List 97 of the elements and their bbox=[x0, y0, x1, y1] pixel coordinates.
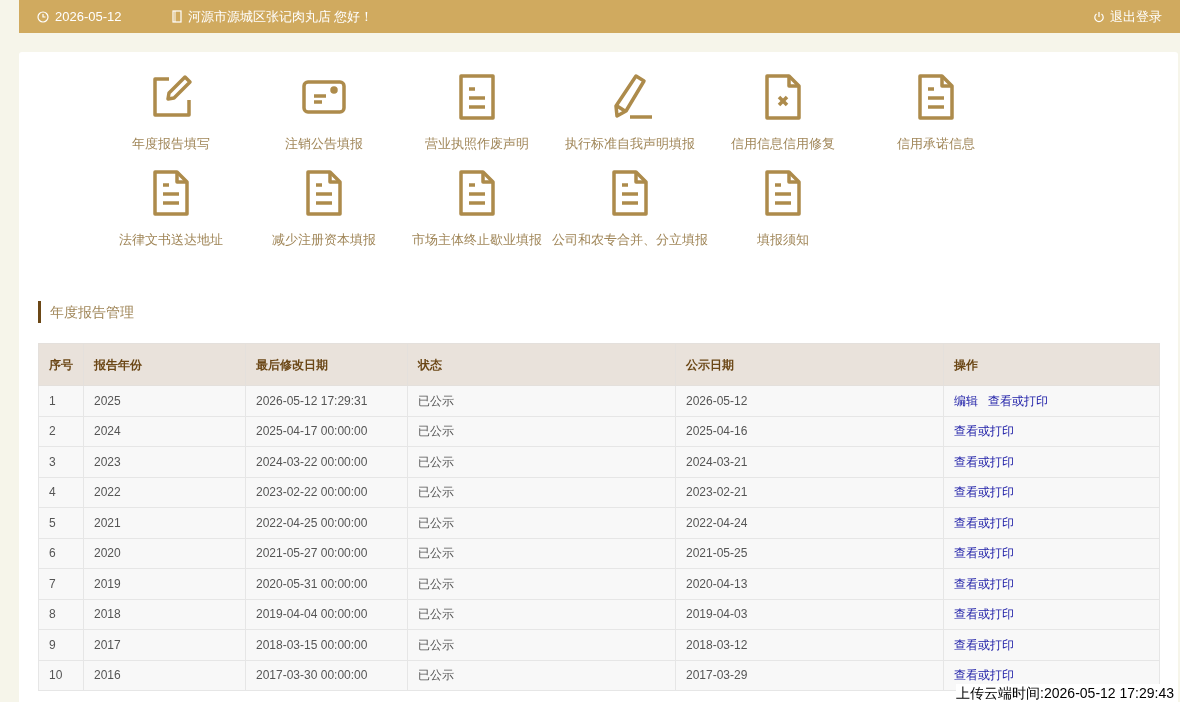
table-cell: 2019-04-03 bbox=[675, 599, 944, 630]
column-header: 最后修改日期 bbox=[245, 343, 408, 386]
greeting-text: 河源市源城区张记肉丸店 您好！ bbox=[187, 7, 374, 26]
logout-button[interactable]: 退出登录 bbox=[1093, 6, 1162, 27]
shortcut-label: 年度报告填写 bbox=[131, 135, 210, 153]
action-link[interactable]: 查看或打印 bbox=[954, 452, 1014, 471]
action-link[interactable]: 编辑 bbox=[954, 391, 978, 410]
clock-icon bbox=[37, 10, 49, 23]
shortcut-label: 执行标准自我声明填报 bbox=[564, 135, 695, 153]
table-cell: 已公示 bbox=[407, 538, 676, 569]
shortcut-tile[interactable]: 营业执照作废声明 bbox=[400, 72, 553, 154]
column-header: 报告年份 bbox=[83, 343, 246, 386]
table-cell: 2025 bbox=[83, 385, 246, 416]
table-cell: 2023-02-22 00:00:00 bbox=[245, 477, 408, 508]
table-cell: 2021 bbox=[83, 507, 246, 538]
table-cell: 2021-05-25 bbox=[675, 538, 944, 569]
column-header: 序号 bbox=[38, 343, 84, 386]
column-header: 状态 bbox=[407, 343, 676, 386]
table-cell: 10 bbox=[38, 660, 84, 691]
shortcut-label: 减少注册资本填报 bbox=[271, 230, 376, 249]
table-cell: 已公示 bbox=[407, 507, 676, 538]
column-header: 公示日期 bbox=[675, 343, 944, 386]
shortcut-label: 填报须知 bbox=[756, 230, 809, 249]
shortcut-tile[interactable]: 信用信息信用修复 bbox=[706, 72, 859, 154]
action-link[interactable]: 查看或打印 bbox=[954, 422, 1014, 441]
shortcut-label: 市场主体终止歇业填报 bbox=[411, 230, 542, 249]
column-header: 操作 bbox=[943, 343, 1160, 386]
action-link[interactable]: 查看或打印 bbox=[954, 666, 1014, 685]
table-cell: 2017-03-29 bbox=[675, 660, 944, 691]
table-cell: 2017-03-30 00:00:00 bbox=[245, 660, 408, 691]
table-cell: 2023-02-21 bbox=[675, 477, 944, 508]
table-cell: 2025-04-17 00:00:00 bbox=[245, 416, 408, 447]
table-cell: 2 bbox=[38, 416, 84, 447]
shortcut-label: 法律文书送达地址 bbox=[118, 230, 223, 249]
notebook-icon bbox=[171, 10, 182, 23]
table-cell: 2018-03-12 bbox=[675, 629, 944, 660]
table-cell: 2021-05-27 00:00:00 bbox=[245, 538, 408, 569]
table-cell: 3 bbox=[38, 446, 84, 477]
table-cell: 2022-04-24 bbox=[675, 507, 944, 538]
table-cell: 2019-04-04 00:00:00 bbox=[245, 599, 408, 630]
table-cell: 已公示 bbox=[407, 568, 676, 599]
table-cell: 2018 bbox=[83, 599, 246, 630]
shortcut-label: 注销公告填报 bbox=[284, 135, 363, 153]
table-cell: 2020-04-13 bbox=[675, 568, 944, 599]
table-cell: 已公示 bbox=[407, 629, 676, 660]
shortcut-label: 信用信息信用修复 bbox=[730, 135, 835, 153]
shortcut-label: 营业执照作废声明 bbox=[424, 135, 529, 153]
table-cell: 2018-03-15 00:00:00 bbox=[245, 629, 408, 660]
table-cell: 2024 bbox=[83, 416, 246, 447]
shortcut-label: 公司和农专合并、分立填报 bbox=[551, 230, 708, 249]
shortcut-tile[interactable]: 减少注册资本填报 bbox=[247, 167, 400, 249]
table-cell: 已公示 bbox=[407, 385, 676, 416]
table-cell: 8 bbox=[38, 599, 84, 630]
shortcut-tile[interactable]: 市场主体终止歇业填报 bbox=[400, 167, 553, 249]
shortcut-tile[interactable]: 填报须知 bbox=[706, 167, 859, 249]
action-link[interactable]: 查看或打印 bbox=[954, 574, 1014, 593]
shortcut-label: 信用承诺信息 bbox=[896, 135, 975, 153]
table-cell: 2022-04-25 00:00:00 bbox=[245, 507, 408, 538]
table-cell: 2017 bbox=[83, 629, 246, 660]
table-cell: 6 bbox=[38, 538, 84, 569]
shortcut-tile[interactable]: 年度报告填写 bbox=[94, 72, 247, 154]
shortcut-tile[interactable]: 公司和农专合并、分立填报 bbox=[553, 167, 706, 249]
table-cell: 已公示 bbox=[407, 660, 676, 691]
table-cell: 2026-05-12 bbox=[675, 385, 944, 416]
table-cell: 2026-05-12 17:29:31 bbox=[245, 385, 408, 416]
power-icon bbox=[1093, 10, 1105, 23]
current-date: 2026-05-12 bbox=[55, 7, 122, 26]
action-link[interactable]: 查看或打印 bbox=[954, 635, 1014, 654]
table-cell: 2023 bbox=[83, 446, 246, 477]
section-title: 年度报告管理 bbox=[50, 302, 134, 322]
table-cell: 4 bbox=[38, 477, 84, 508]
table-cell: 2016 bbox=[83, 660, 246, 691]
table-cell: 2022 bbox=[83, 477, 246, 508]
table-cell: 7 bbox=[38, 568, 84, 599]
shortcut-tile[interactable]: 注销公告填报 bbox=[247, 72, 400, 154]
table-cell: 2024-03-22 00:00:00 bbox=[245, 446, 408, 477]
table-cell: 5 bbox=[38, 507, 84, 538]
shortcut-tile[interactable]: 法律文书送达地址 bbox=[94, 167, 247, 249]
shortcut-tile[interactable]: 信用承诺信息 bbox=[859, 72, 1012, 154]
action-link[interactable]: 查看或打印 bbox=[954, 483, 1014, 502]
upload-timestamp: 上传云端时间:2026-05-12 17:29:43 bbox=[956, 684, 1174, 702]
table-cell: 2025-04-16 bbox=[675, 416, 944, 447]
action-link[interactable]: 查看或打印 bbox=[954, 544, 1014, 563]
table-cell: 2024-03-21 bbox=[675, 446, 944, 477]
action-link[interactable]: 查看或打印 bbox=[954, 513, 1014, 532]
table-cell: 2020-05-31 00:00:00 bbox=[245, 568, 408, 599]
table-cell: 9 bbox=[38, 629, 84, 660]
action-link[interactable]: 查看或打印 bbox=[954, 605, 1014, 624]
table-cell: 2020 bbox=[83, 538, 246, 569]
action-link[interactable]: 查看或打印 bbox=[988, 391, 1048, 410]
table-cell: 1 bbox=[38, 385, 84, 416]
table-cell: 已公示 bbox=[407, 416, 676, 447]
table-cell: 已公示 bbox=[407, 599, 676, 630]
shortcut-tile[interactable]: 执行标准自我声明填报 bbox=[553, 72, 706, 154]
table-cell: 已公示 bbox=[407, 477, 676, 508]
table-cell: 已公示 bbox=[407, 446, 676, 477]
table-cell: 2019 bbox=[83, 568, 246, 599]
